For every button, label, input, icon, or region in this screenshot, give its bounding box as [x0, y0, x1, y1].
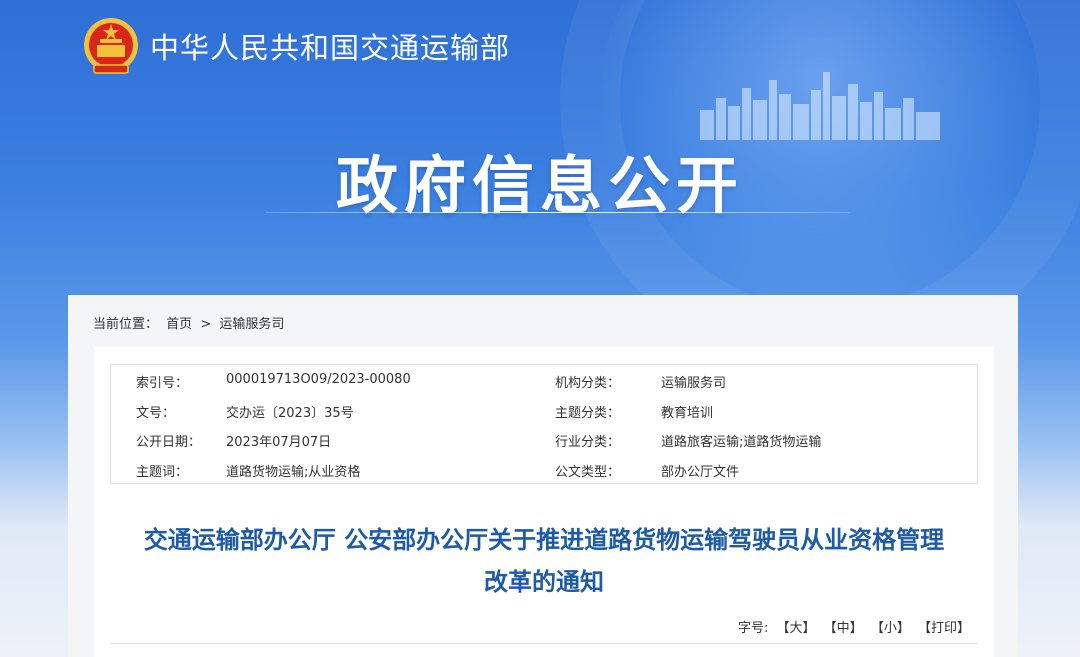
- metadata-label: 主题词：: [136, 464, 189, 480]
- font-size-large-button[interactable]: 【大】: [777, 621, 816, 636]
- metadata-value: 道路货物运输;从业资格: [226, 464, 361, 480]
- metadata-value: 教育培训: [661, 405, 714, 421]
- metadata-label: 公开日期：: [136, 435, 202, 450]
- national-emblem-icon[interactable]: [82, 15, 140, 77]
- metadata-row: 公开日期： 2023年07月07日 行业分类： 道路旅客运输;道路货物运输: [111, 424, 977, 454]
- city-skyline-illustration: [700, 72, 940, 140]
- breadcrumb-separator: >: [200, 317, 212, 332]
- document-title-line: 交通运输部办公厅 公安部办公厅关于推进道路货物运输驾驶员从业资格管理: [143, 526, 945, 554]
- metadata-value: 交办运〔2023〕35号: [226, 405, 354, 421]
- metadata-label: 行业分类：: [555, 435, 621, 450]
- metadata-label: 机构分类：: [555, 376, 621, 391]
- metadata-value: 部办公厅文件: [661, 464, 740, 480]
- metadata-row: 索引号： 000019713O09/2023-00080 机构分类： 运输服务司: [111, 365, 977, 395]
- metadata-value: 2023年07月07日: [226, 435, 332, 450]
- metadata-label: 主题分类：: [555, 405, 621, 421]
- metadata-value: 000019713O09/2023-00080: [226, 372, 411, 387]
- metadata-label: 文号：: [136, 405, 176, 421]
- metadata-label: 索引号：: [136, 376, 189, 391]
- site-header: 中华人民共和国交通运输部: [82, 14, 510, 78]
- breadcrumb-current-link[interactable]: 运输服务司: [219, 317, 284, 332]
- metadata-value: 运输服务司: [661, 376, 727, 391]
- metadata-label: 公文类型：: [555, 464, 621, 480]
- document-title: 交通运输部办公厅 公安部办公厅关于推进道路货物运输驾驶员从业资格管理 改革的通知: [94, 519, 994, 603]
- print-button[interactable]: 【打印】: [918, 621, 970, 636]
- breadcrumb-prefix: 当前位置：: [93, 317, 159, 332]
- title-divider: [266, 212, 850, 213]
- content-divider: [110, 643, 978, 644]
- article-panel: 索引号： 000019713O09/2023-00080 机构分类： 运输服务司…: [94, 347, 994, 657]
- font-size-label: 字号:: [737, 621, 769, 636]
- breadcrumb-home-link[interactable]: 首页: [166, 317, 192, 332]
- content-card: 当前位置： 首页 > 运输服务司 索引号： 000019713O09/2023-…: [68, 295, 1018, 657]
- metadata-row: 主题词： 道路货物运输;从业资格 公文类型： 部办公厅文件: [111, 454, 977, 484]
- document-title-line: 改革的通知: [484, 568, 604, 596]
- font-size-small-button[interactable]: 【小】: [871, 621, 910, 636]
- breadcrumb: 当前位置： 首页 > 运输服务司: [93, 313, 288, 332]
- document-metadata-table: 索引号： 000019713O09/2023-00080 机构分类： 运输服务司…: [110, 364, 978, 484]
- metadata-value: 道路旅客运输;道路货物运输: [661, 435, 822, 450]
- site-title[interactable]: 中华人民共和国交通运输部: [150, 25, 510, 67]
- font-size-medium-button[interactable]: 【中】: [824, 621, 863, 636]
- metadata-row: 文号： 交办运〔2023〕35号 主题分类： 教育培训: [111, 395, 977, 425]
- font-size-toolbar: 字号: 【大】 【中】 【小】 【打印】: [734, 617, 970, 636]
